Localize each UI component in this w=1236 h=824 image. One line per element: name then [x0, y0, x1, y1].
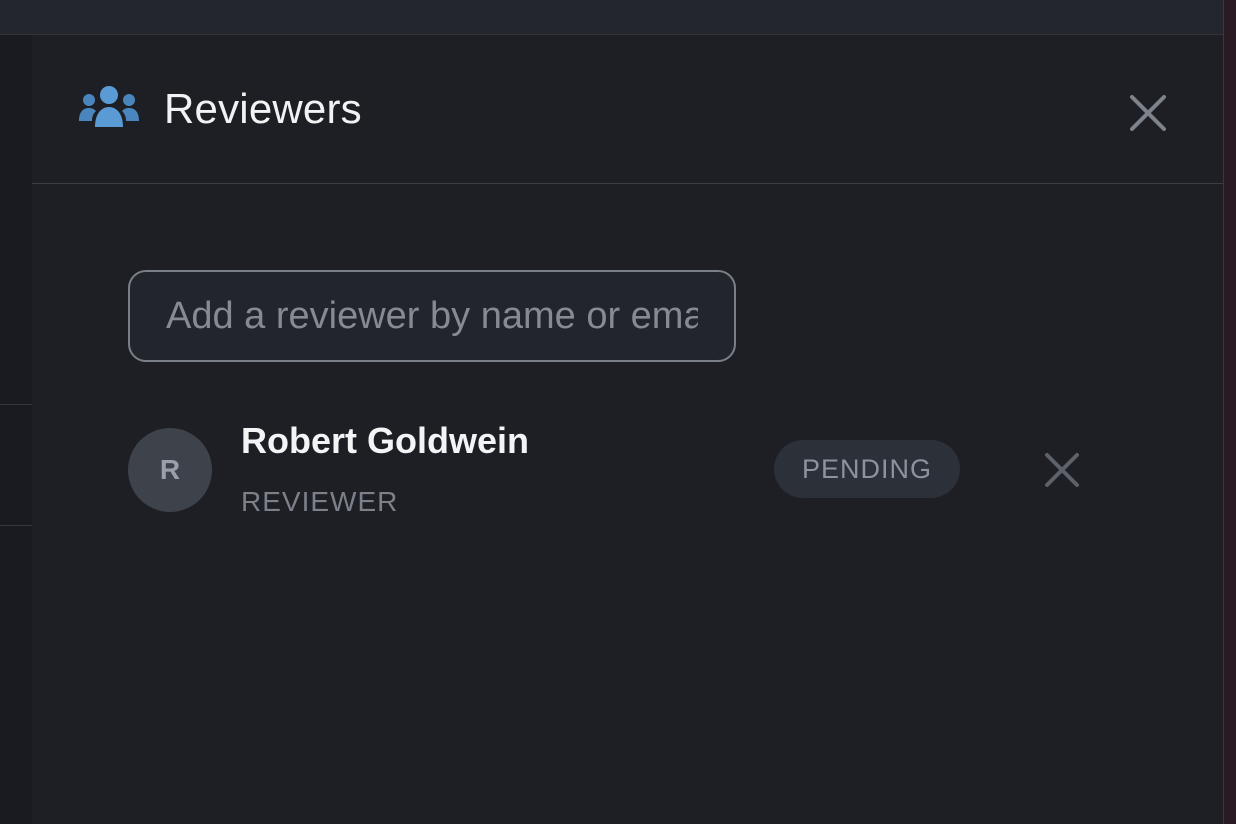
window-edge: [1223, 0, 1236, 824]
close-icon: [1042, 453, 1082, 494]
divider: [0, 525, 32, 526]
reviewer-name: Robert Goldwein: [241, 420, 529, 461]
reviewer-role: REVIEWER: [241, 486, 399, 517]
remove-reviewer-button[interactable]: [1042, 450, 1082, 490]
background-content-strip: [0, 35, 32, 824]
users-icon: [78, 83, 140, 131]
add-reviewer-input[interactable]: [128, 270, 736, 362]
app-window: Reviewers R Robert Goldwein REVIEWER PEN…: [0, 0, 1236, 824]
close-icon: [1126, 95, 1170, 139]
avatar: R: [128, 428, 212, 512]
reviewer-list-item: R Robert Goldwein REVIEWER PENDING: [128, 420, 1088, 530]
panel-title: Reviewers: [164, 85, 362, 132]
panel-header: Reviewers: [32, 35, 1223, 184]
divider: [0, 404, 32, 405]
reviewers-panel: Reviewers R Robert Goldwein REVIEWER PEN…: [32, 35, 1223, 824]
close-panel-button[interactable]: [1126, 91, 1170, 135]
status-badge: PENDING: [774, 440, 960, 498]
top-bar: [0, 0, 1224, 35]
